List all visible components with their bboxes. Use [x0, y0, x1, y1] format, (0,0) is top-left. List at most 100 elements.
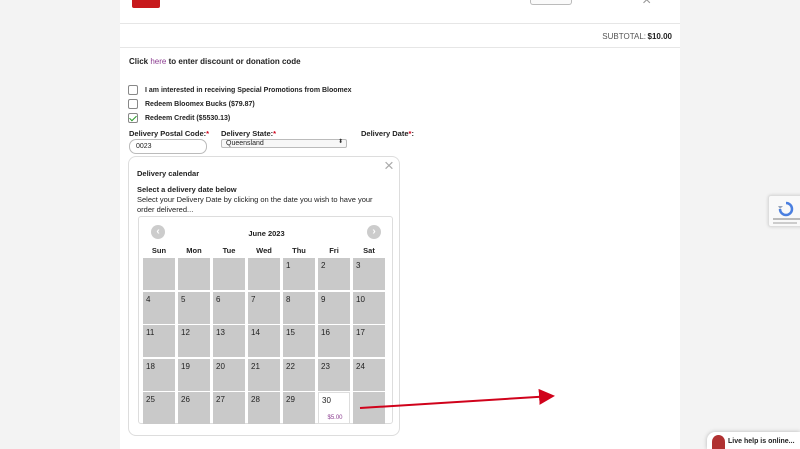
promotions-option[interactable]: I am interested in receiving Special Pro…	[128, 85, 352, 95]
day-number: 24	[356, 361, 365, 371]
state-select[interactable]: Queensland ⬍	[221, 139, 347, 148]
discount-suffix: to enter discount or donation code	[168, 57, 301, 66]
bloomex-bucks-checkbox[interactable]	[128, 99, 138, 109]
redeem-credit-checkbox[interactable]	[128, 113, 138, 123]
calendar-day: 11	[143, 325, 175, 357]
remove-item-icon[interactable]: ×	[642, 0, 651, 9]
calendar-day: 28	[248, 392, 280, 424]
weekday-sat: Sat	[363, 246, 375, 255]
day-number: 5	[181, 294, 186, 304]
day-number: 27	[216, 395, 225, 404]
weekday-mon: Mon	[186, 246, 202, 255]
delivery-date-label: Delivery Date*:	[361, 129, 414, 138]
calendar-day: 24	[353, 358, 385, 391]
discount-prefix: Click	[129, 57, 149, 66]
calendar-day	[178, 258, 210, 290]
day-number: 1	[286, 261, 291, 270]
day-number: 19	[181, 361, 190, 371]
day-number: 4	[146, 294, 151, 304]
weekday-tue: Tue	[222, 246, 236, 255]
day-number: 26	[181, 395, 190, 404]
calendar-day: 14	[248, 325, 280, 357]
live-help-widget[interactable]: Live help is online...	[707, 432, 800, 449]
calendar-title: Delivery calendar	[137, 169, 200, 178]
weekday-thu: Thu	[292, 246, 306, 255]
calendar-day: 29	[283, 392, 315, 424]
day-number: 22	[286, 361, 295, 371]
day-number: 25	[146, 395, 155, 404]
month-label: June 2023	[248, 229, 285, 238]
product-thumbnail	[132, 0, 160, 8]
calendar-day: 19	[178, 358, 210, 391]
day-number: 21	[251, 361, 260, 371]
discount-line: Click here to enter discount or donation…	[129, 57, 301, 66]
calendar-day: 6	[213, 291, 245, 324]
calendar-day	[248, 258, 280, 290]
calendar-day: 15	[283, 325, 315, 357]
postal-code-label: Delivery Postal Code:*	[129, 129, 210, 138]
calendar-day: 8	[283, 291, 315, 324]
day-number: 9	[321, 294, 326, 304]
day-number: 6	[216, 294, 221, 304]
calendar-day: 21	[248, 358, 280, 391]
promotions-label: I am interested in receiving Special Pro…	[145, 86, 352, 94]
close-icon[interactable]: ×	[384, 157, 394, 174]
calendar-day: 20	[213, 358, 245, 391]
day-number: 8	[286, 294, 291, 304]
next-month-icon[interactable]: ›	[367, 225, 381, 239]
weekday-wed: Wed	[256, 246, 272, 255]
calendar-day	[143, 258, 175, 290]
calendar-subtitle: Select a delivery date below	[137, 185, 237, 194]
day-number: 18	[146, 361, 155, 371]
day-number: 2	[321, 261, 326, 270]
weekday-fri: Fri	[329, 246, 339, 255]
subtotal-label: SUBTOTAL:	[602, 32, 646, 41]
day-number: 3	[356, 261, 361, 270]
subtotal-row: SUBTOTAL: $10.00	[120, 24, 680, 48]
calendar-day: 18	[143, 358, 175, 391]
promotions-checkbox[interactable]	[128, 85, 138, 95]
day-number: 28	[251, 395, 260, 404]
calendar-day	[213, 258, 245, 290]
day-number: 11	[146, 328, 155, 337]
day-number: 23	[321, 361, 330, 371]
day-number: 29	[286, 395, 295, 404]
bloomex-bucks-option[interactable]: Redeem Bloomex Bucks ($79.87)	[128, 99, 255, 109]
calendar-day-available[interactable]: 30 $5.00	[318, 392, 350, 424]
weekday-sun: Sun	[151, 246, 167, 255]
calendar-day: 23	[318, 358, 350, 391]
discount-link[interactable]: here	[150, 57, 166, 66]
checkout-page: × SUBTOTAL: $10.00 Click here to enter d…	[120, 0, 680, 449]
cart-item-row: ×	[120, 0, 680, 24]
calendar-day: 9	[318, 291, 350, 324]
calendar-day: 16	[318, 325, 350, 357]
select-arrows-icon: ⬍	[337, 139, 343, 145]
calendar-day	[353, 392, 385, 424]
redeem-credit-label: Redeem Credit ($5530.13)	[145, 114, 231, 122]
day-number: 7	[251, 294, 256, 304]
calendar-day: 25	[143, 392, 175, 424]
day-number: 20	[216, 361, 225, 371]
redeem-credit-option[interactable]: Redeem Credit ($5530.13)	[128, 113, 230, 123]
subtotal-value: $10.00	[647, 32, 672, 41]
recaptcha-badge[interactable]	[768, 195, 800, 227]
calendar-day: 12	[178, 325, 210, 357]
day-price: $5.00	[327, 415, 343, 421]
day-number: 12	[181, 328, 190, 337]
calendar-day: 26	[178, 392, 210, 424]
calendar-day: 13	[213, 325, 245, 357]
day-number: 17	[356, 328, 365, 337]
agent-avatar	[712, 435, 725, 449]
month-grid: ‹ June 2023 › Sun Mon Tue Wed Thu Fri Sat 1 2 3 4 5…	[138, 216, 393, 424]
recaptcha-icon	[778, 201, 794, 217]
delivery-calendar-panel: × Delivery calendar Select a delivery da…	[128, 156, 400, 436]
postal-code-input[interactable]: 0023	[129, 139, 207, 154]
day-number: 13	[216, 328, 225, 337]
calendar-day: 27	[213, 392, 245, 424]
calendar-day: 10	[353, 291, 385, 324]
calendar-day: 4	[143, 291, 175, 324]
quantity-select[interactable]	[530, 0, 572, 5]
day-number: 14	[251, 328, 260, 337]
state-label: Delivery State:*	[221, 129, 277, 138]
calendar-day: 3	[353, 258, 385, 290]
